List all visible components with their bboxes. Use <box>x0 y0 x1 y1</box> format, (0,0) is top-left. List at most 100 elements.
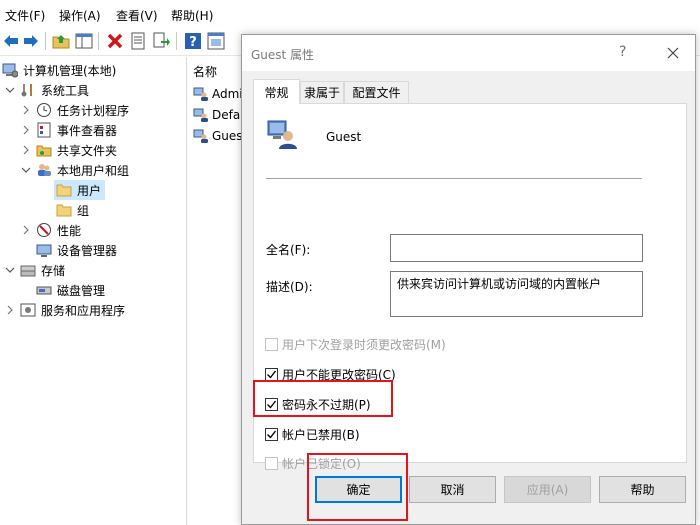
menu-help[interactable]: 帮助(H) <box>171 7 213 24</box>
fullname-label: 全名(F): <box>266 243 311 257</box>
device-manager-icon <box>36 242 52 258</box>
chevron-right-icon[interactable] <box>4 304 16 316</box>
checkbox-label: 帐户已锁定(O) <box>282 457 361 471</box>
tree-item-groups[interactable]: 组 <box>56 200 89 220</box>
event-viewer-icon <box>36 122 52 138</box>
list-item-label: Admi <box>212 87 243 101</box>
console-tree: 计算机管理(本地) 系统工具 任务计划程序 事件查看器 共享文件夹 本地用户和组… <box>0 57 187 525</box>
checkbox-label: 帐户已禁用(B) <box>282 428 360 442</box>
checkbox-box[interactable] <box>265 398 278 411</box>
tree-item-label: 组 <box>77 203 90 218</box>
up-folder-icon[interactable] <box>52 32 70 50</box>
tree-item-label: 本地用户和组 <box>57 163 130 178</box>
checkbox-account-disabled[interactable]: 帐户已禁用(B) <box>265 426 360 443</box>
tab-general[interactable]: 常规 <box>253 79 300 104</box>
list-item[interactable]: Guest <box>193 127 247 145</box>
show-hide-tree-icon[interactable] <box>75 32 93 50</box>
menu-view[interactable]: 查看(V) <box>116 7 158 24</box>
column-header-name[interactable]: 名称 <box>193 63 217 80</box>
checkbox-must-change-password[interactable]: 用户下次登录时须更改密码(M) <box>265 336 446 353</box>
services-apps-icon <box>20 302 36 318</box>
list-item[interactable]: Admi <box>193 85 243 103</box>
tree-item-local-users-groups[interactable]: 本地用户和组 <box>20 160 129 180</box>
tree-item-label: 用户 <box>77 183 102 198</box>
tree-item-device-manager[interactable]: 设备管理器 <box>36 240 117 260</box>
svg-text:?: ? <box>189 35 197 50</box>
user-name-label: Guest <box>326 130 362 144</box>
close-icon[interactable] <box>658 41 688 65</box>
checkbox-box[interactable] <box>265 368 278 381</box>
computer-management-icon <box>2 62 19 78</box>
checkbox-box[interactable] <box>265 428 278 441</box>
console-icon[interactable] <box>207 32 225 50</box>
chevron-down-icon[interactable] <box>20 164 32 176</box>
chevron-right-icon[interactable] <box>20 224 32 236</box>
help-icon[interactable]: ? <box>184 32 202 50</box>
export-icon[interactable] <box>152 32 170 50</box>
tree-item-label: 存储 <box>41 263 66 278</box>
ok-button[interactable]: 确定 <box>315 476 402 503</box>
performance-icon <box>36 222 52 238</box>
tree-item-event-viewer[interactable]: 事件查看器 <box>20 120 117 140</box>
tree-item-label: 磁盘管理 <box>57 283 106 298</box>
tree-item-label: 系统工具 <box>41 83 90 98</box>
disk-management-icon <box>36 282 52 298</box>
tab-member-of[interactable]: 隶属于 <box>300 81 344 103</box>
task-scheduler-icon <box>36 102 52 118</box>
checkbox-account-locked[interactable]: 帐户已锁定(O) <box>265 455 361 472</box>
tree-item-label: 事件查看器 <box>57 123 118 138</box>
menu-file[interactable]: 文件(F) <box>5 7 45 24</box>
tree-item-label: 共享文件夹 <box>57 143 118 158</box>
local-users-groups-icon <box>36 162 52 178</box>
checkbox-cannot-change-password[interactable]: 用户不能更改密码(C) <box>265 366 396 383</box>
chevron-right-icon[interactable] <box>20 124 32 136</box>
fullname-field[interactable] <box>390 234 643 262</box>
tree-item-shared-folders[interactable]: 共享文件夹 <box>20 140 117 160</box>
help-button[interactable]: 帮助 <box>599 476 686 503</box>
divider <box>266 178 642 179</box>
user-icon <box>193 107 209 123</box>
checkbox-label: 用户下次登录时须更改密码(M) <box>282 338 446 352</box>
back-icon[interactable] <box>2 32 20 50</box>
checkbox-password-never-expires[interactable]: 密码永不过期(P) <box>265 396 371 413</box>
tree-item-label: 服务和应用程序 <box>41 303 126 318</box>
tree-item-label: 计算机管理(本地) <box>23 63 117 78</box>
checkbox-box[interactable] <box>265 338 278 351</box>
tree-item-label: 性能 <box>57 223 82 238</box>
chevron-right-icon[interactable] <box>20 104 32 116</box>
properties-icon[interactable] <box>129 32 147 50</box>
checkbox-box[interactable] <box>265 457 278 470</box>
tree-item-system-tools[interactable]: 系统工具 <box>4 80 89 100</box>
description-label: 描述(D): <box>266 280 313 294</box>
apply-button[interactable]: 应用(A) <box>504 476 591 503</box>
chevron-down-icon[interactable] <box>4 264 16 276</box>
dialog-titlebar: Guest 属性 ? <box>242 35 695 71</box>
folder-icon <box>56 202 72 218</box>
forward-icon[interactable] <box>22 32 40 50</box>
shared-folders-icon <box>36 142 52 158</box>
general-tab-panel: Guest 全名(F): 描述(D): 供来宾访问计算机或访问域的内置帐户 用户… <box>253 103 687 471</box>
guest-properties-dialog: Guest 属性 ? 常规 隶属于 配置文件 Guest 全名(F): 描述(D… <box>241 34 696 525</box>
tree-item-performance[interactable]: 性能 <box>20 220 81 240</box>
menu-bar: 文件(F) 操作(A) 查看(V) 帮助(H) <box>0 0 700 26</box>
help-title-button[interactable]: ? <box>619 44 626 60</box>
dialog-title: Guest 属性 <box>251 48 315 62</box>
tree-item-services-apps[interactable]: 服务和应用程序 <box>4 300 125 320</box>
tree-item-disk-management[interactable]: 磁盘管理 <box>36 280 105 300</box>
list-item[interactable]: Defau <box>193 106 248 124</box>
cancel-button[interactable]: 取消 <box>409 476 496 503</box>
tree-item-users[interactable]: 用户 <box>54 180 105 200</box>
user-account-icon <box>266 118 298 150</box>
chevron-down-icon[interactable] <box>4 84 16 96</box>
delete-icon[interactable] <box>106 32 124 50</box>
system-tools-icon <box>20 82 36 98</box>
tree-item-storage[interactable]: 存储 <box>4 260 65 280</box>
tab-profile[interactable]: 配置文件 <box>344 81 409 103</box>
chevron-right-icon[interactable] <box>20 144 32 156</box>
folder-icon <box>56 182 72 198</box>
description-field[interactable]: 供来宾访问计算机或访问域的内置帐户 <box>390 271 643 317</box>
tree-item-computer-management[interactable]: 计算机管理(本地) <box>2 60 116 80</box>
checkbox-label: 用户不能更改密码(C) <box>282 368 396 382</box>
tree-item-task-scheduler[interactable]: 任务计划程序 <box>20 100 129 120</box>
menu-action[interactable]: 操作(A) <box>59 7 101 24</box>
